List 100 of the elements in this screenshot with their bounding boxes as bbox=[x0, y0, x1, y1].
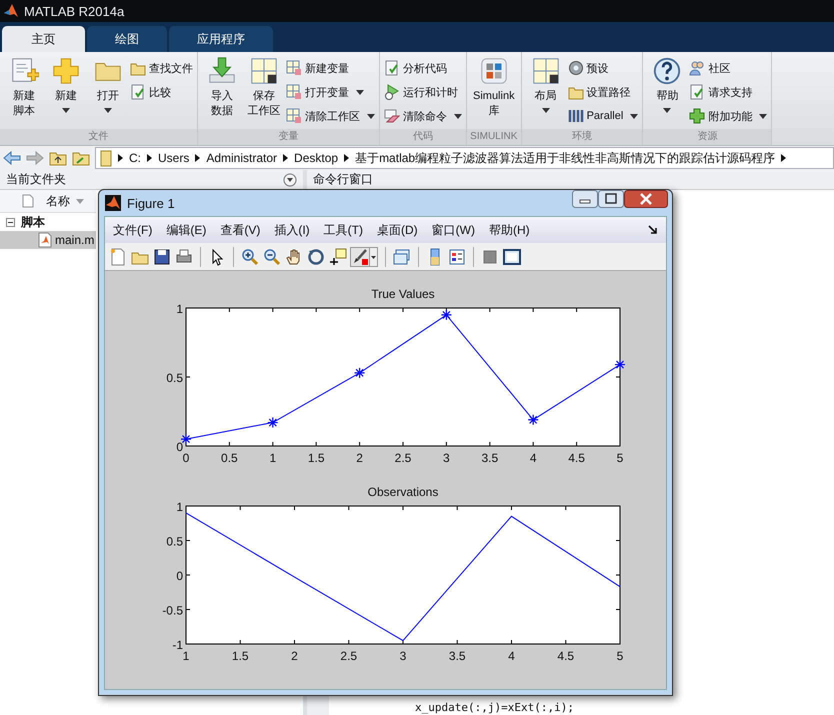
grid-disk-icon bbox=[249, 56, 279, 86]
path-separator-icon bbox=[781, 154, 786, 162]
y-tick-label: 0 bbox=[176, 569, 183, 583]
new-file-icon[interactable] bbox=[109, 248, 127, 266]
path-segment[interactable]: Desktop bbox=[294, 151, 338, 165]
asterisk-marker bbox=[440, 309, 452, 320]
x-tick-label: 3.5 bbox=[448, 649, 466, 663]
printer-icon[interactable] bbox=[175, 248, 193, 266]
ribbon-tab[interactable]: 应用程序 bbox=[169, 26, 273, 52]
dropdown-caret-icon[interactable] bbox=[369, 246, 378, 266]
path-separator-icon bbox=[147, 154, 152, 162]
ribbon-button[interactable]: 设置路径 bbox=[568, 82, 638, 102]
ribbon-button[interactable]: 布局 bbox=[526, 56, 566, 129]
panel-menu-icon[interactable] bbox=[283, 172, 297, 186]
path-segment[interactable]: Administrator bbox=[206, 151, 278, 165]
ribbon-button[interactable]: 帮助 bbox=[647, 56, 688, 129]
x-tick-label: 3 bbox=[443, 451, 450, 465]
gear-icon bbox=[568, 60, 584, 76]
maximize-button[interactable] bbox=[598, 190, 624, 208]
path-field[interactable]: C: Users Administrator Desktop 基于matlab编程粒子滤波器算法适用于非线性非高斯情况下的跟踪估计源码程序 bbox=[95, 147, 834, 169]
ribbon-button[interactable]: 社区 bbox=[689, 58, 768, 78]
column-header[interactable]: 名称 bbox=[0, 190, 96, 213]
path-separator-icon bbox=[195, 154, 200, 162]
asterisk-marker bbox=[614, 358, 626, 370]
x-tick-label: 0 bbox=[182, 451, 190, 465]
x-tick-label: 2 bbox=[291, 649, 298, 663]
x-tick-label: 4 bbox=[530, 451, 537, 465]
menu-item[interactable]: 文件(F) bbox=[113, 222, 152, 238]
matlab-logo-icon bbox=[3, 3, 19, 19]
ribbon-button[interactable]: Parallel bbox=[568, 106, 638, 126]
x-tick-label: 1 bbox=[269, 451, 276, 465]
back-arrow-icon[interactable] bbox=[3, 151, 21, 165]
path-segment[interactable]: C: bbox=[129, 151, 141, 165]
ribbon-button[interactable]: 新建变量 bbox=[286, 58, 375, 78]
y-tick-label: 1 bbox=[176, 500, 183, 514]
path-separator-icon bbox=[283, 154, 288, 162]
y-tick-label: -1 bbox=[172, 638, 183, 652]
path-segment[interactable]: 基于matlab编程粒子滤波器算法适用于非线性非高斯情况下的跟踪估计源码程序 bbox=[355, 150, 776, 166]
x-tick-label: 3.5 bbox=[481, 451, 498, 465]
grid-plus-icon bbox=[286, 60, 302, 76]
legend-icon[interactable] bbox=[448, 248, 466, 266]
dock-arrow-icon[interactable] bbox=[648, 225, 658, 235]
frame-icon[interactable] bbox=[503, 248, 521, 266]
layout-grid-icon bbox=[530, 56, 561, 86]
zoom-out-icon[interactable] bbox=[263, 248, 281, 266]
ribbon-button[interactable]: 查找文件 bbox=[130, 58, 193, 78]
ribbon-button[interactable]: 打开 bbox=[88, 56, 128, 129]
blocks-icon bbox=[478, 56, 509, 86]
ribbon-button[interactable]: 附加功能 bbox=[689, 106, 768, 126]
ribbon-button[interactable]: 清除命令 bbox=[384, 106, 462, 126]
brush-icon[interactable] bbox=[351, 248, 369, 266]
ribbon-button[interactable]: 比较 bbox=[130, 82, 193, 102]
y-tick-label: 1 bbox=[176, 302, 183, 316]
square-icon[interactable] bbox=[481, 248, 499, 266]
ribbon-button[interactable]: 新建 脚本 bbox=[4, 56, 44, 129]
x-tick-label: 4.5 bbox=[557, 649, 574, 663]
help-icon bbox=[652, 56, 682, 86]
plus-icon bbox=[689, 108, 706, 124]
folder-up-icon[interactable] bbox=[49, 150, 67, 166]
ribbon-button[interactable]: 打开变量 bbox=[286, 82, 375, 102]
window-title: MATLAB R2014a bbox=[24, 4, 124, 18]
menu-item[interactable]: 插入(I) bbox=[274, 222, 310, 238]
close-button[interactable] bbox=[624, 190, 668, 208]
menu-item[interactable]: 帮助(H) bbox=[488, 222, 530, 238]
menu-item[interactable]: 查看(V) bbox=[220, 222, 260, 238]
ribbon-button[interactable]: 请求支持 bbox=[689, 82, 768, 102]
minimize-button[interactable] bbox=[572, 190, 598, 208]
menu-item[interactable]: 编辑(E) bbox=[166, 222, 206, 238]
menu-item[interactable]: 工具(T) bbox=[324, 222, 363, 238]
ribbon-button[interactable]: 分析代码 bbox=[384, 58, 462, 78]
x-tick-label: 2.5 bbox=[340, 649, 358, 663]
link-windows-icon[interactable] bbox=[393, 248, 411, 266]
ribbon-button[interactable]: 运行和计时 bbox=[384, 82, 462, 102]
sort-caret-icon bbox=[76, 198, 84, 204]
ribbon-button[interactable]: 导入 数据 bbox=[202, 56, 242, 129]
rotate-icon[interactable] bbox=[307, 248, 325, 266]
tree-toggle-icon[interactable] bbox=[6, 218, 15, 226]
path-segment[interactable]: Users bbox=[158, 151, 190, 165]
browse-folder-icon[interactable] bbox=[72, 150, 90, 166]
document-check-icon bbox=[384, 60, 400, 76]
file-row[interactable]: main.m bbox=[0, 231, 96, 249]
asterisk-marker bbox=[528, 414, 539, 426]
menu-item[interactable]: 桌面(D) bbox=[376, 222, 418, 238]
y-tick-label: 0 bbox=[176, 440, 183, 454]
ribbon-button[interactable]: 预设 bbox=[568, 58, 638, 78]
menu-item[interactable]: 窗口(W) bbox=[432, 222, 475, 238]
data-cursor-icon[interactable] bbox=[329, 248, 347, 266]
script-file-icon bbox=[38, 232, 52, 248]
tree-folder-label[interactable]: 脚本 bbox=[21, 214, 45, 230]
ribbon-button[interactable]: Simulink 库 bbox=[471, 56, 517, 129]
ribbon-button[interactable]: 清除工作区 bbox=[286, 106, 375, 126]
ribbon-button[interactable]: 新建 bbox=[46, 56, 86, 129]
ribbon-tab[interactable]: 绘图 bbox=[87, 26, 167, 52]
bars-icon bbox=[568, 108, 584, 124]
play-clock-icon bbox=[384, 84, 400, 100]
zoom-in-icon[interactable] bbox=[241, 248, 259, 266]
ribbon-button[interactable]: 保存 工作区 bbox=[244, 56, 284, 129]
ribbon-tab[interactable]: 主页 bbox=[2, 26, 85, 52]
y-tick-label: -0.5 bbox=[162, 604, 183, 618]
x-tick-label: 5 bbox=[616, 451, 624, 465]
